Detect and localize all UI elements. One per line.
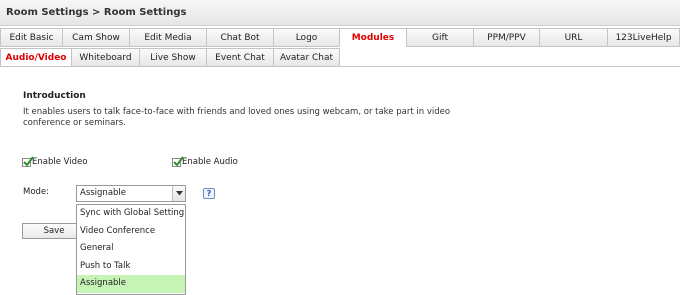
tab-123livehelp[interactable]: 123LiveHelp xyxy=(607,28,680,47)
checkmark-icon xyxy=(23,155,34,167)
mode-option-general[interactable]: General xyxy=(77,240,185,258)
tab-modules[interactable]: Modules xyxy=(339,28,406,47)
breadcrumb: Room Settings > Room Settings xyxy=(0,0,680,26)
mode-label: Mode: xyxy=(23,187,50,197)
intro-title: Introduction xyxy=(23,91,86,101)
tab-audio-video[interactable]: Audio/Video xyxy=(0,48,71,67)
main-tab-bar: Edit Basic Cam Show Edit Media Chat Bot … xyxy=(0,28,680,47)
tab-cam-show[interactable]: Cam Show xyxy=(62,28,129,47)
enable-video-label: Enable Video xyxy=(32,157,88,167)
sub-tab-bar: Audio/Video Whiteboard Live Show Event C… xyxy=(0,48,340,67)
dropdown-arrow-icon[interactable] xyxy=(172,186,185,201)
tab-live-show[interactable]: Live Show xyxy=(139,48,206,67)
tab-chat-bot[interactable]: Chat Bot xyxy=(206,28,273,47)
mode-select[interactable]: Assignable xyxy=(76,185,186,202)
tab-gift[interactable]: Gift xyxy=(406,28,473,47)
content-divider xyxy=(0,66,680,67)
mode-option-sync-global[interactable]: Sync with Global Setting xyxy=(77,205,185,223)
mode-option-assignable[interactable]: Assignable xyxy=(77,275,185,293)
mode-dropdown-list: Sync with Global Setting Video Conferenc… xyxy=(76,204,186,295)
enable-audio-checkbox[interactable]: Enable Audio xyxy=(172,155,238,167)
help-icon[interactable]: ? xyxy=(203,188,215,199)
checkbox-box[interactable] xyxy=(172,155,184,167)
enable-video-checkbox[interactable]: Enable Video xyxy=(22,155,88,167)
tab-avatar-chat[interactable]: Avatar Chat xyxy=(273,48,340,67)
mode-option-push-to-talk[interactable]: Push to Talk xyxy=(77,258,185,276)
tab-ppm-ppv[interactable]: PPM/PPV xyxy=(473,28,539,47)
intro-text: It enables users to talk face-to-face wi… xyxy=(23,107,451,128)
checkmark-icon xyxy=(173,155,184,167)
tab-whiteboard[interactable]: Whiteboard xyxy=(71,48,139,67)
enable-audio-label: Enable Audio xyxy=(182,157,238,167)
tab-url[interactable]: URL xyxy=(539,28,607,47)
mode-option-video-conference[interactable]: Video Conference xyxy=(77,223,185,241)
tab-logo[interactable]: Logo xyxy=(273,28,339,47)
checkbox-box[interactable] xyxy=(22,155,34,167)
mode-select-value: Assignable xyxy=(80,188,127,198)
tab-edit-basic[interactable]: Edit Basic xyxy=(0,28,62,47)
tab-edit-media[interactable]: Edit Media xyxy=(129,28,206,47)
tab-event-chat[interactable]: Event Chat xyxy=(206,48,273,67)
